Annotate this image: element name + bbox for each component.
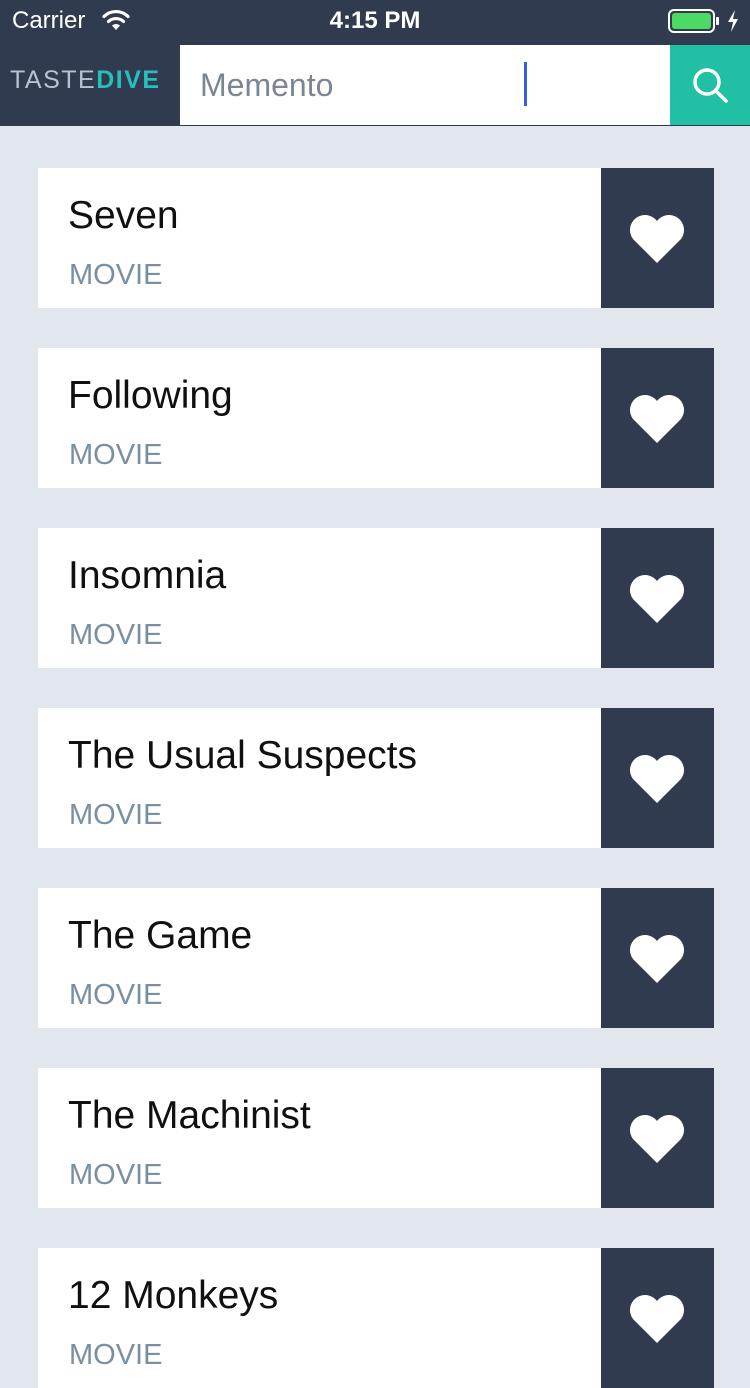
heart-icon xyxy=(630,395,684,443)
result-info[interactable]: Seven MOVIE xyxy=(38,168,601,308)
list-item[interactable]: Insomnia MOVIE xyxy=(38,528,714,668)
battery-icon xyxy=(668,9,719,33)
charging-icon xyxy=(728,10,738,32)
status-time: 4:15 PM xyxy=(329,7,421,34)
result-title: The Machinist xyxy=(68,1094,311,1137)
result-type: MOVIE xyxy=(69,259,163,291)
tastedive-logo: TASTEDIVE xyxy=(10,62,175,98)
result-info[interactable]: Insomnia MOVIE xyxy=(38,528,601,668)
result-type: MOVIE xyxy=(69,619,163,651)
heart-icon xyxy=(630,755,684,803)
result-type: MOVIE xyxy=(69,979,163,1011)
like-button[interactable] xyxy=(601,708,714,848)
heart-icon xyxy=(630,1295,684,1343)
list-item[interactable]: The Game MOVIE xyxy=(38,888,714,1028)
text-cursor xyxy=(524,62,527,106)
heart-icon xyxy=(630,215,684,263)
heart-icon xyxy=(630,575,684,623)
result-info[interactable]: Following MOVIE xyxy=(38,348,601,488)
result-info[interactable]: The Game MOVIE xyxy=(38,888,601,1028)
result-info[interactable]: The Machinist MOVIE xyxy=(38,1068,601,1208)
search-icon xyxy=(693,68,728,103)
result-type: MOVIE xyxy=(69,1339,163,1371)
heart-icon xyxy=(630,935,684,983)
search-box[interactable] xyxy=(180,45,670,125)
result-info[interactable]: 12 Monkeys MOVIE xyxy=(38,1248,601,1388)
result-title: Insomnia xyxy=(68,554,227,597)
list-item[interactable]: The Machinist MOVIE xyxy=(38,1068,714,1208)
like-button[interactable] xyxy=(601,528,714,668)
search-button[interactable] xyxy=(670,45,750,125)
heart-icon xyxy=(630,1115,684,1163)
result-type: MOVIE xyxy=(69,799,163,831)
result-title: 12 Monkeys xyxy=(68,1274,279,1317)
list-item[interactable]: Seven MOVIE xyxy=(38,168,714,308)
list-item[interactable]: The Usual Suspects MOVIE xyxy=(38,708,714,848)
like-button[interactable] xyxy=(601,1248,714,1388)
like-button[interactable] xyxy=(601,1068,714,1208)
like-button[interactable] xyxy=(601,348,714,488)
app-header: TASTEDIVE xyxy=(0,44,750,126)
status-bar: Carrier 4:15 PM xyxy=(0,0,750,44)
result-title: The Game xyxy=(68,914,253,957)
like-button[interactable] xyxy=(601,168,714,308)
search-input[interactable] xyxy=(180,45,670,125)
result-title: Following xyxy=(68,374,233,417)
result-title: The Usual Suspects xyxy=(68,734,418,777)
result-type: MOVIE xyxy=(69,439,163,471)
result-info[interactable]: The Usual Suspects MOVIE xyxy=(38,708,601,848)
like-button[interactable] xyxy=(601,888,714,1028)
results-list: Seven MOVIE Following MOVIE Insomnia MOV… xyxy=(0,126,750,1388)
list-item[interactable]: Following MOVIE xyxy=(38,348,714,488)
list-item[interactable]: 12 Monkeys MOVIE xyxy=(38,1248,714,1388)
logo-taste: TASTE xyxy=(10,66,97,94)
result-type: MOVIE xyxy=(69,1159,163,1191)
result-title: Seven xyxy=(68,194,179,237)
logo-dive: DIVE xyxy=(96,66,161,94)
